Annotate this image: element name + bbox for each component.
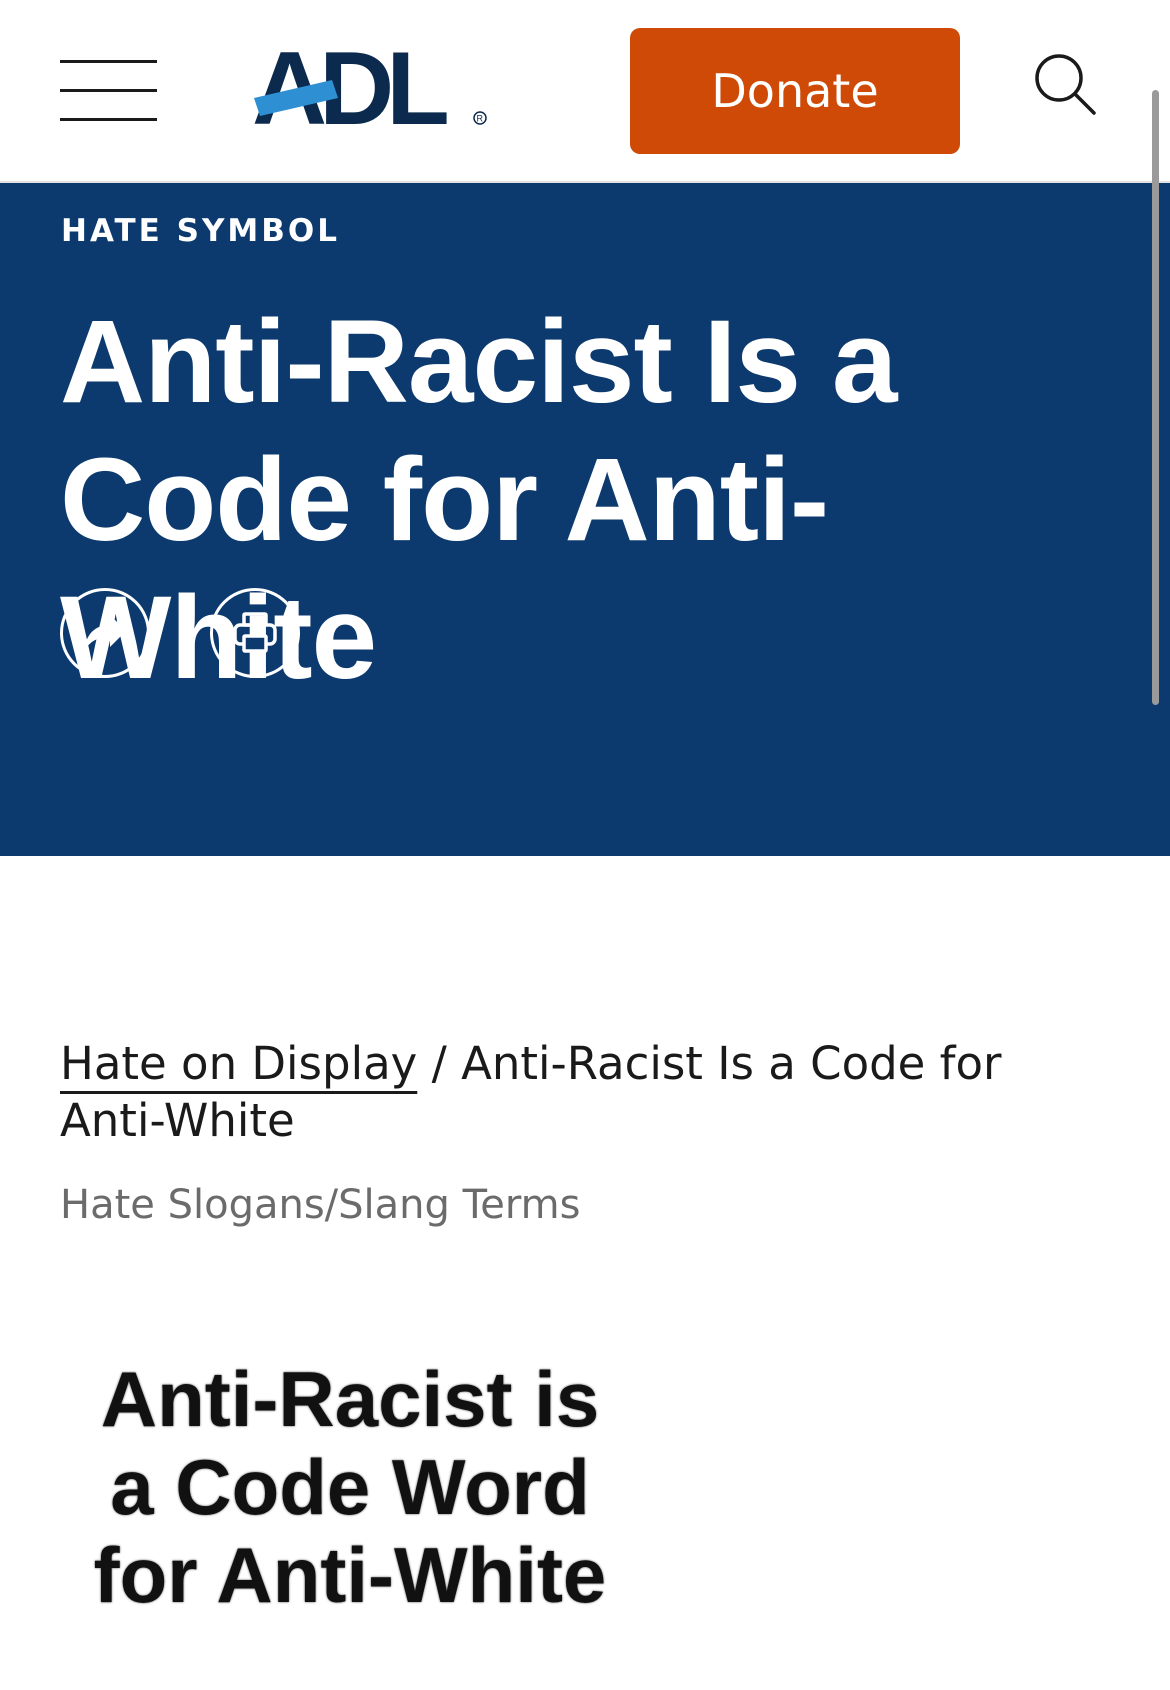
share-button[interactable] [60,588,150,678]
breadcrumb-link-hate-on-display[interactable]: Hate on Display [60,1037,417,1090]
adl-logo[interactable]: ADL R [252,36,492,136]
printer-icon [233,612,277,653]
hero-banner: HATE SYMBOL Anti-Racist Is a Code for An… [0,183,1170,856]
hate-symbol-image-text: Anti-Racist is a Code Word for Anti-Whit… [93,1355,607,1619]
category-label: Hate Slogans/Slang Terms [60,1182,581,1228]
search-icon[interactable] [1030,50,1100,120]
share-arrow-icon [84,615,126,651]
print-button[interactable] [210,588,300,678]
svg-text:R: R [477,114,484,124]
page-title: Anti-Racist Is a Code for Anti-White [60,296,897,704]
donate-button[interactable]: Donate [630,28,960,154]
content-type-label: HATE SYMBOL [61,213,341,249]
svg-text:ADL: ADL [252,36,447,136]
breadcrumb-separator: / [417,1037,462,1090]
page-scrollbar[interactable] [1152,90,1159,705]
hate-symbol-image: Anti-Racist is a Code Word for Anti-Whit… [70,1355,630,1635]
site-header: ADL R Donate [0,0,1170,183]
hamburger-menu-icon[interactable] [60,56,157,126]
breadcrumb: Hate on Display / Anti-Racist Is a Code … [60,1035,1110,1149]
